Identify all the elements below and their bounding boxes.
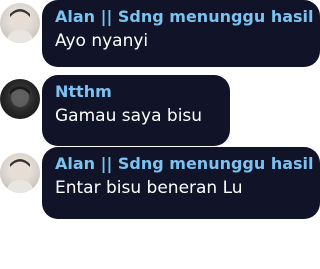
profile-photo-icon xyxy=(6,159,34,193)
avatar[interactable] xyxy=(0,79,40,119)
message-text: Gamau saya bisu xyxy=(55,106,203,126)
message-bubble[interactable]: Alan || Sdng menunggu hasil Ayo nyanyi xyxy=(42,0,320,67)
message-text: Entar bisu beneran Lu xyxy=(55,178,243,198)
avatar[interactable] xyxy=(0,153,40,193)
message-text: Ayo nyanyi xyxy=(55,31,149,51)
sender-name[interactable]: Ntthm xyxy=(55,82,112,101)
message-bubble[interactable]: Ntthm Gamau saya bisu xyxy=(42,75,230,146)
message-bubble[interactable]: Alan || Sdng menunggu hasil Entar bisu b… xyxy=(42,147,320,219)
sender-name[interactable]: Alan || Sdng menunggu hasil xyxy=(55,154,314,173)
profile-photo-icon xyxy=(10,86,30,107)
profile-photo-icon xyxy=(6,9,34,43)
sender-name[interactable]: Alan || Sdng menunggu hasil xyxy=(55,7,314,26)
avatar[interactable] xyxy=(0,3,40,43)
